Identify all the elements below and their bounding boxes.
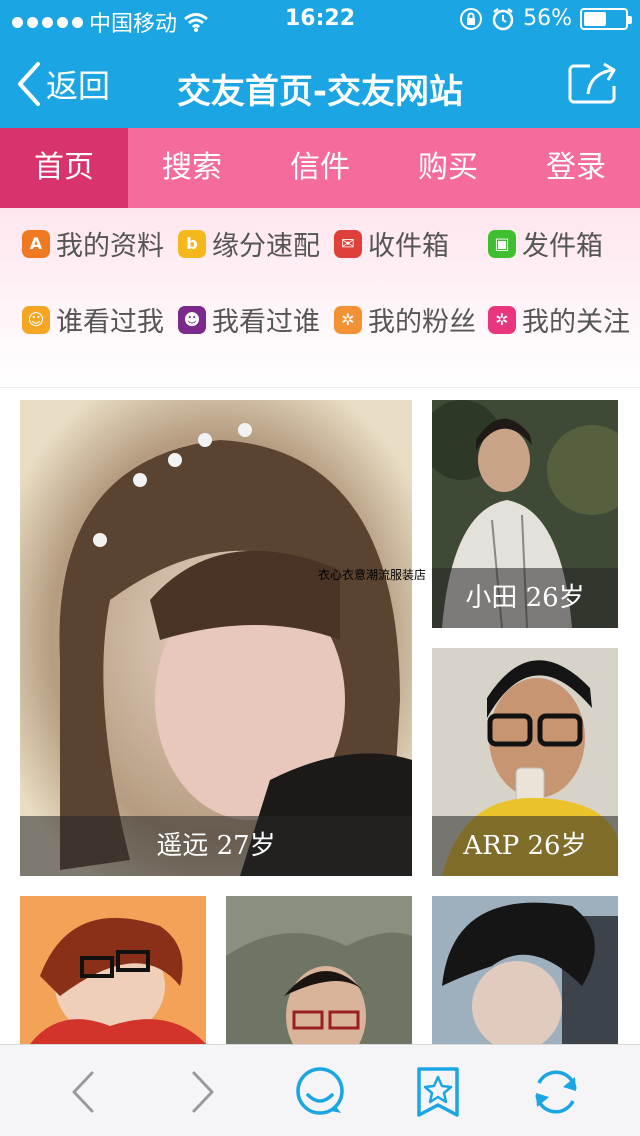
menu-label: 谁看过我: [56, 307, 164, 338]
forward-arrow-icon[interactable]: [174, 1065, 228, 1119]
menu-label: 发件箱: [522, 231, 603, 262]
profile-card[interactable]: [20, 896, 206, 1044]
menu-label: 我的粉丝: [368, 307, 476, 338]
profile-photo: [20, 400, 412, 876]
menu-my-fans[interactable]: ✲ 我的粉丝: [334, 300, 476, 339]
alarm-icon: [492, 7, 514, 30]
menu-label: 我的关注: [522, 307, 630, 338]
menu-label: 我的资料: [56, 231, 164, 262]
tab-purchase[interactable]: 购买: [384, 128, 512, 208]
profile-card[interactable]: 遥远 27岁: [20, 400, 412, 876]
share-icon[interactable]: [568, 60, 620, 106]
page-title: 交友首页-交友网站: [176, 72, 464, 112]
match-icon: b: [178, 229, 206, 258]
tab-login[interactable]: 登录: [512, 128, 640, 208]
bookmark-star-icon[interactable]: [411, 1065, 465, 1119]
menu-label: 收件箱: [368, 231, 449, 262]
browser-toolbar: [0, 1044, 640, 1136]
quick-menu: A 我的资料 b 缘分速配 ✉ 收件箱 ▣ 发件箱 ☺ 谁看过我 ☻ 我看过谁 …: [0, 208, 640, 388]
menu-who-viewed-me[interactable]: ☺ 谁看过我: [22, 300, 164, 339]
profile-caption: 小田 26岁: [432, 568, 618, 628]
tab-search[interactable]: 搜索: [128, 128, 256, 208]
profile-card[interactable]: ARP 26岁: [432, 648, 618, 876]
menu-outbox[interactable]: ▣ 发件箱: [488, 224, 603, 263]
watermark-text: 衣心衣意潮流服装店: [318, 568, 427, 582]
battery-icon: [580, 7, 632, 30]
inbox-icon: ✉: [334, 229, 362, 258]
menu-my-profile[interactable]: A 我的资料: [22, 224, 164, 263]
profile-card[interactable]: [226, 896, 412, 1044]
tab-home[interactable]: 首页: [0, 128, 128, 208]
back-arrow-icon[interactable]: [58, 1065, 112, 1119]
tab-mail[interactable]: 信件: [256, 128, 384, 208]
profile-caption: ARP 26岁: [432, 816, 618, 876]
profile-card[interactable]: 小田 26岁: [432, 400, 618, 628]
menu-label: 我看过谁: [212, 307, 320, 338]
profile-icon: A: [22, 229, 50, 258]
main-tabs: 首页 搜索 信件 购买 登录: [0, 128, 640, 208]
profile-photo: [432, 896, 618, 1044]
fans-icon: ✲: [334, 305, 362, 334]
profile-caption: 遥远 27岁: [20, 816, 412, 876]
menu-quick-match[interactable]: b 缘分速配: [178, 224, 320, 263]
status-right: 56%: [459, 6, 632, 31]
profile-photo: [20, 896, 206, 1044]
battery-percent: 56%: [523, 6, 572, 31]
i-viewed-icon: ☻: [178, 305, 206, 334]
menu-inbox[interactable]: ✉ 收件箱: [334, 224, 449, 263]
status-bar: 中国移动 16:22 56%: [0, 0, 640, 40]
orientation-lock-icon: [460, 7, 483, 30]
navigation-bar: 返回 交友首页-交友网站: [0, 40, 640, 128]
viewed-me-icon: ☺: [22, 305, 50, 334]
menu-i-viewed[interactable]: ☻ 我看过谁: [178, 300, 320, 339]
chat-icon[interactable]: [293, 1065, 347, 1119]
refresh-icon[interactable]: [529, 1065, 583, 1119]
profile-card[interactable]: [432, 896, 618, 1044]
menu-label: 缘分速配: [212, 231, 320, 262]
menu-my-following[interactable]: ✲ 我的关注: [488, 300, 630, 339]
outbox-icon: ▣: [488, 229, 516, 258]
profile-photo: [226, 896, 412, 1044]
following-icon: ✲: [488, 305, 516, 334]
